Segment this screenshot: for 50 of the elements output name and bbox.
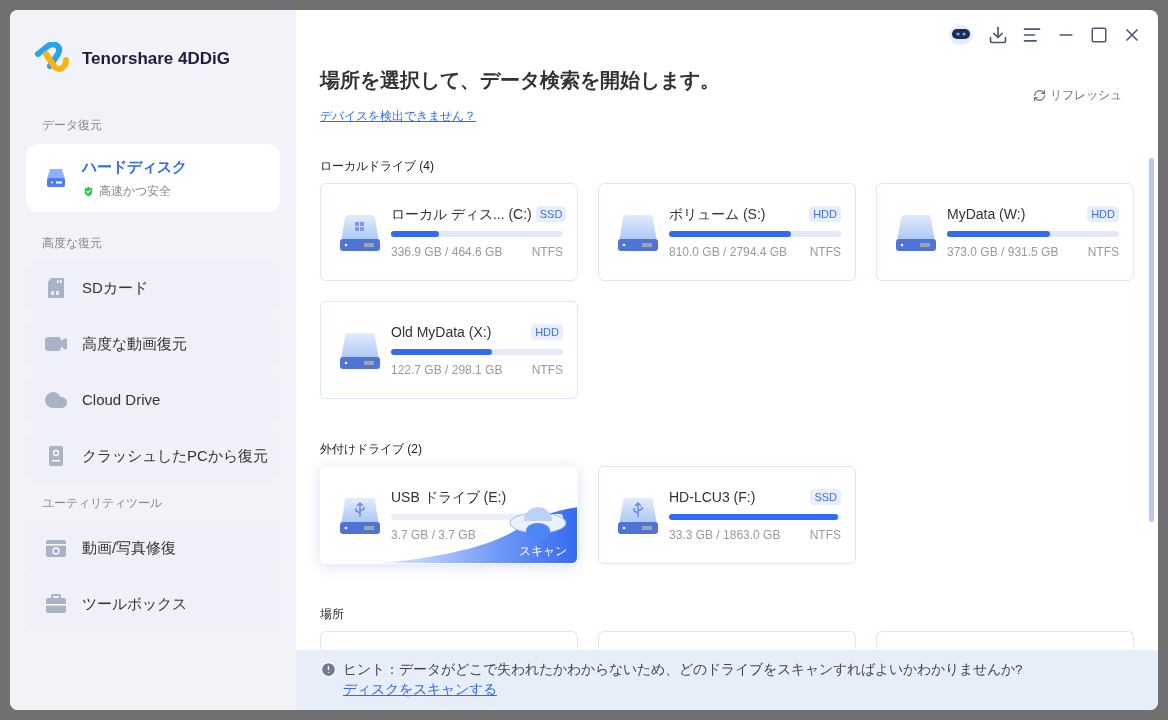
drive-name: HD-LCU3 (F:) [669, 487, 756, 507]
scan-label[interactable]: スキャン [519, 542, 567, 560]
drive-type-badge: SSD [535, 206, 567, 222]
filesystem-label: NTFS [1087, 243, 1119, 261]
hint-text: ヒント：データがどこで失われたかわからないため、どのドライブをスキャンすればよいかわかりませんか? ディスクをスキャンする [343, 661, 1024, 699]
drive-name: ローカル ディス... (C:) [391, 204, 532, 224]
usage-text: 373.0 GB / 931.5 GB [947, 243, 1059, 261]
sidebar-item-label: ツールボックス [82, 593, 187, 614]
usage-text: 33.3 GB / 1863.0 GB [669, 526, 781, 544]
sidebar-item-label: SDカード [82, 277, 148, 298]
drive-type-badge: SSD [810, 489, 841, 505]
sidebar-item-label: 動画/写真修復 [82, 537, 177, 558]
drive-card[interactable]: ボリューム (S:) HDD 810.0 GB / 2794.4 GB NTFS [598, 183, 856, 281]
refresh-button[interactable]: リフレッシュ [1033, 86, 1122, 104]
sidebar-item[interactable]: ハードディスク 高速かつ安全 [26, 144, 280, 212]
help-link[interactable]: デバイスを検出できません？ [320, 107, 476, 125]
sidebar-item-label: ハードディスク [82, 156, 187, 177]
group-heading: 場所 [320, 606, 344, 623]
app-name: Tenorshare 4DDiG [82, 48, 230, 71]
drive-name: Old MyData (X:) [391, 322, 492, 342]
drive-card[interactable]: USB ドライブ (E:) 3.7 GB / 3.7 GB スキャン [320, 466, 578, 564]
filesystem-label: NTFS [531, 361, 563, 379]
page-title: 場所を選択して、データ検索を開始します。 [320, 68, 720, 93]
drive-type-badge: HDD [809, 206, 841, 222]
sidebar-item-label: Cloud Drive [82, 389, 161, 410]
sidebar-item-label: 高度な動画復元 [82, 333, 187, 354]
drive-type-badge: HDD [1087, 206, 1119, 222]
section-heading: 高度な復元 [41, 235, 102, 252]
drive-card[interactable]: HD-LCU3 (F:) SSD 33.3 GB / 1863.0 GB NTFS [598, 466, 856, 564]
usage-text: 336.9 GB / 464.6 GB [391, 243, 503, 261]
sidebar-item-label: クラッシュしたPCから復元 [82, 445, 268, 466]
section-heading: データ復元 [41, 117, 102, 134]
drive-card[interactable]: MyData (W:) HDD 373.0 GB / 931.5 GB NTFS [876, 183, 1134, 281]
usage-text: 810.0 GB / 2794.4 GB [669, 243, 788, 261]
filesystem-label: NTFS [809, 526, 841, 544]
scan-disk-link[interactable]: ディスクをスキャンする [343, 682, 497, 697]
drive-type-badge: HDD [531, 324, 563, 340]
usage-text: 122.7 GB / 298.1 GB [391, 361, 503, 379]
section-heading: ユーティリティツール [41, 495, 162, 512]
drive-name: ボリューム (S:) [669, 204, 766, 224]
drive-card[interactable]: ローカル ディス... (C:) SSD 336.9 GB / 464.6 GB NTFS [320, 183, 578, 281]
drive-name: USB ドライブ (E:) [391, 487, 507, 507]
usage-text: 3.7 GB / 3.7 GB [391, 526, 476, 544]
group-heading: ローカルドライブ (4) [320, 158, 434, 175]
filesystem-label: NTFS [809, 243, 841, 261]
drive-card[interactable]: Old MyData (X:) HDD 122.7 GB / 298.1 GB NTFS [320, 301, 578, 399]
group-heading: 外付けドライブ (2) [320, 441, 422, 458]
filesystem-label: NTFS [531, 243, 563, 261]
sidebar-item-subtitle: 高速かつ安全 [99, 183, 171, 201]
drive-name: MyData (W:) [947, 204, 1026, 224]
